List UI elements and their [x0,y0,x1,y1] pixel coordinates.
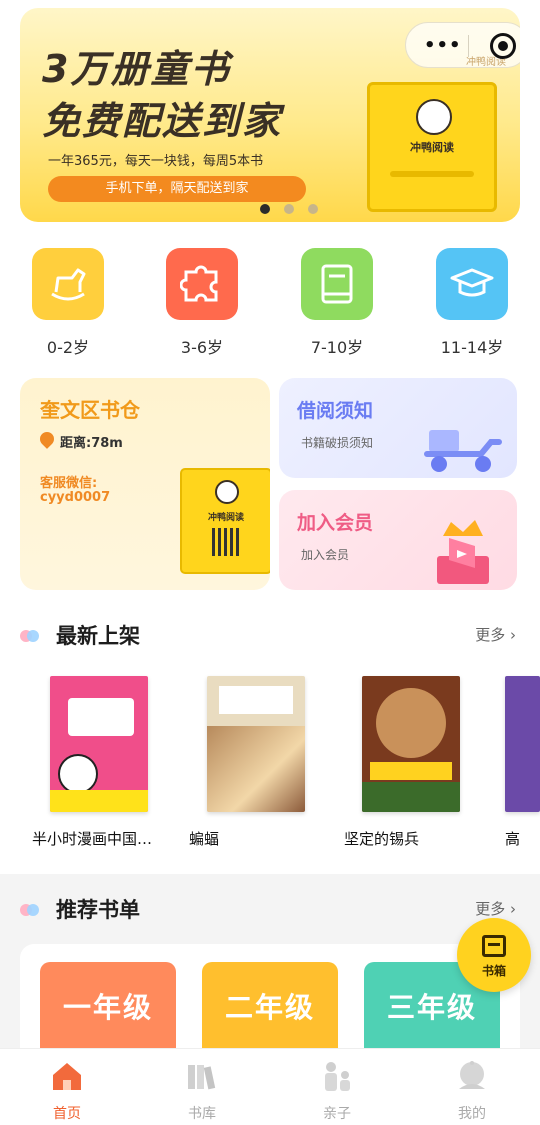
book-locker-illustration: 冲鸭阅读 [180,468,270,574]
rocking-horse-icon [32,248,104,320]
category-label: 7-10岁 [310,338,364,357]
miniprogram-capsule: ••• 冲鸭阅读 [405,22,520,68]
duck-logo-icon [215,480,239,504]
book-title: 高 [505,830,521,848]
grade-label: 二年级 [224,991,315,1024]
pagination-dot-1[interactable] [260,204,270,214]
store-distance: 距离:78m [60,436,123,451]
tab-library[interactable]: 书库 [162,1059,242,1123]
wechat-id: cyyd0007 [40,490,111,505]
box-brand-label: 冲鸭阅读 [410,141,454,154]
new-arrivals-more-link[interactable]: 更多 › [475,624,516,645]
qr-code-icon [212,528,240,556]
duck-logo-icon [416,99,452,135]
book-title: 坚定的锡兵 [344,830,420,848]
book-box-illustration: 冲鸭阅读 [367,82,497,212]
store-name: 奎文区书仓 [40,398,140,422]
box-stripe [390,171,474,177]
close-miniprogram-icon[interactable] [490,33,516,59]
book-box-label: 书箱 [481,964,506,978]
category-0-2[interactable]: 0-2岁 [28,248,108,358]
book-box-fab[interactable]: 书箱 [457,918,531,992]
book-cover [207,676,305,812]
tab-parent-child[interactable]: 亲子 [297,1059,377,1123]
section-title: 最新上架 [56,624,140,648]
grade-list-card[interactable]: 一年级 [40,962,176,1062]
tab-label: 亲子 [323,1106,351,1122]
borrow-rules-title: 借阅须知 [297,400,374,422]
parent-child-icon [320,1059,354,1093]
graduation-cap-icon [436,248,508,320]
banner-pagination [260,204,318,214]
book-cover [50,676,148,812]
grade-label: 一年级 [62,991,153,1024]
tab-home[interactable]: 首页 [27,1059,107,1123]
book-item-partial[interactable]: 高 [505,676,540,848]
tab-label: 书库 [188,1106,216,1122]
home-icon [50,1059,84,1093]
more-menu-button[interactable]: ••• [424,35,462,56]
borrow-rules-card[interactable]: 借阅须知 书籍破损须知 [279,378,517,478]
category-label: 0-2岁 [46,338,90,357]
book-icon [301,248,373,320]
bottom-tab-bar: 首页 书库 亲子 我的 [0,1048,540,1125]
puzzle-icon [166,248,238,320]
recommend-more-link[interactable]: 更多 › [475,898,516,919]
profile-icon [455,1059,489,1093]
promo-banner[interactable]: 3万册童书 免费配送到家 一年365元，每天一块钱，每周5本书 手机下单，隔天配… [20,8,520,222]
borrow-rules-sub: 书籍破损须知 [301,436,374,450]
grade-label: 三年级 [386,991,477,1024]
pagination-dot-2[interactable] [284,204,294,214]
book-title: 半小时漫画中国… [32,830,153,848]
category-label: 11-14岁 [440,338,504,357]
section-title: 推荐书单 [56,898,140,922]
wechat-label: 客服微信: [40,476,98,491]
new-arrivals-header: 最新上架 更多 › [20,620,520,650]
member-crown-gift-icon [437,520,489,584]
app-screen: 3万册童书 免费配送到家 一年365元，每天一块钱，每周5本书 手机下单，隔天配… [0,0,540,1125]
banner-cta-button[interactable]: 手机下单，隔天配送到家 [48,176,306,202]
pagination-dot-3[interactable] [308,204,318,214]
book-item[interactable]: 半小时漫画中国… [32,676,152,848]
join-member-card[interactable]: 加入会员 加入会员 [279,490,517,590]
category-7-10[interactable]: 7-10岁 [297,248,377,358]
banner-title-line1: 3万册童书 [42,47,231,91]
books-icon [185,1059,219,1093]
join-member-sub: 加入会员 [301,548,350,562]
category-label: 3-6岁 [180,338,224,357]
grade-list-card[interactable]: 二年级 [202,962,338,1062]
location-pin-icon [37,429,57,449]
delivery-scooter-icon [424,430,502,472]
banner-subtitle: 一年365元，每天一块钱，每周5本书 [48,154,264,169]
locker-brand-label: 冲鸭阅读 [207,513,244,523]
book-title: 蝙蝠 [189,830,220,848]
book-cover [505,676,540,812]
book-box-icon [482,935,506,957]
section-bubbles-icon [20,628,40,642]
book-cover [362,676,460,812]
section-bubbles-icon [20,902,40,916]
recommend-header: 推荐书单 更多 › [20,894,520,924]
tab-label: 首页 [53,1106,81,1122]
book-item[interactable]: 坚定的锡兵 [344,676,460,848]
banner-title-line2: 免费配送到家 [42,99,283,143]
store-card[interactable]: 奎文区书仓 距离:78m 客服微信: cyyd0007 冲鸭阅读 [20,378,270,590]
category-11-14[interactable]: 11-14岁 [432,248,512,358]
tab-profile[interactable]: 我的 [432,1059,512,1123]
category-3-6[interactable]: 3-6岁 [162,248,242,358]
join-member-title: 加入会员 [297,512,374,534]
tab-label: 我的 [458,1106,486,1122]
book-item[interactable]: 蝙蝠 [189,676,305,848]
